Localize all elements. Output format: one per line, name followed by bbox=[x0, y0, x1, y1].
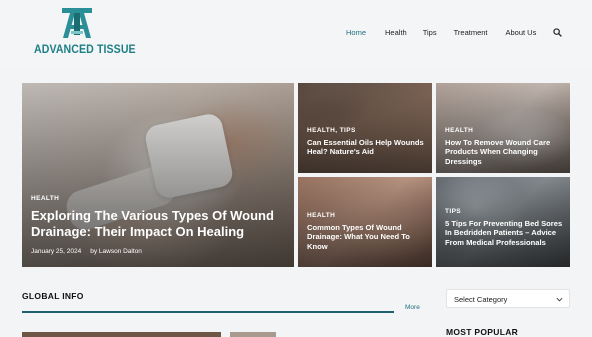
image-overlay bbox=[298, 177, 432, 267]
featured-card[interactable]: TIPS 5 Tips For Preventing Bed Sores In … bbox=[436, 177, 570, 267]
nav-item-home[interactable]: Home bbox=[346, 28, 366, 37]
featured-main-card[interactable]: HEALTH Exploring The Various Types Of Wo… bbox=[22, 83, 294, 267]
logo-text: ADVANCED TISSUE bbox=[34, 44, 136, 56]
nav-item-treatment[interactable]: Treatment bbox=[454, 28, 488, 37]
post-title[interactable]: Can Essential Oils Help Wounds Heal? Nat… bbox=[307, 138, 427, 157]
post-title[interactable]: How To Remove Wound Care Products When C… bbox=[445, 138, 565, 166]
featured-card[interactable]: HEALTH Common Types Of Wound Drainage: W… bbox=[298, 177, 432, 267]
post-date: January 25, 2024 bbox=[31, 248, 82, 255]
nav-item-about-us[interactable]: About Us bbox=[506, 28, 537, 37]
category-select[interactable]: Select Category bbox=[446, 289, 570, 308]
post-meta: January 25, 2024 by Lawson Dalton bbox=[31, 248, 151, 255]
logo-mark-icon bbox=[62, 8, 92, 38]
post-category[interactable]: HEALTH, TIPS bbox=[307, 127, 356, 134]
post-author[interactable]: by Lawson Dalton bbox=[90, 248, 142, 255]
post-category[interactable]: TIPS bbox=[445, 208, 461, 215]
post-title[interactable]: Common Types Of Wound Drainage: What You… bbox=[307, 223, 427, 251]
featured-card[interactable]: HEALTH, TIPS Can Essential Oils Help Wou… bbox=[298, 83, 432, 173]
post-thumbnail[interactable] bbox=[22, 332, 221, 337]
section-title-most-popular: MOST POPULAR bbox=[446, 327, 519, 337]
featured-card[interactable]: HEALTH How To Remove Wound Care Products… bbox=[436, 83, 570, 173]
chevron-down-icon bbox=[556, 297, 563, 302]
main-nav: Home Health Tips Treatment About Us bbox=[346, 28, 536, 37]
nav-item-tips[interactable]: Tips bbox=[423, 28, 437, 37]
post-category[interactable]: HEALTH bbox=[307, 212, 335, 219]
section-divider bbox=[22, 311, 394, 313]
category-select-value: Select Category bbox=[454, 295, 508, 304]
post-title[interactable]: 5 Tips For Preventing Bed Sores In Bedri… bbox=[445, 219, 565, 247]
post-category[interactable]: HEALTH bbox=[445, 127, 473, 134]
more-link[interactable]: More bbox=[405, 304, 420, 311]
nav-item-health[interactable]: Health bbox=[385, 28, 407, 37]
site-logo[interactable]: ADVANCED TISSUE bbox=[34, 8, 136, 60]
post-thumbnail[interactable] bbox=[230, 332, 276, 337]
section-title-global-info: GLOBAL INFO bbox=[22, 291, 84, 301]
post-title[interactable]: Exploring The Various Types Of Wound Dra… bbox=[31, 208, 291, 241]
search-icon[interactable] bbox=[553, 28, 562, 37]
site-header: ADVANCED TISSUE Home Health Tips Treatme… bbox=[0, 0, 592, 66]
post-category[interactable]: HEALTH bbox=[31, 195, 59, 202]
featured-grid: HEALTH Exploring The Various Types Of Wo… bbox=[22, 83, 570, 267]
